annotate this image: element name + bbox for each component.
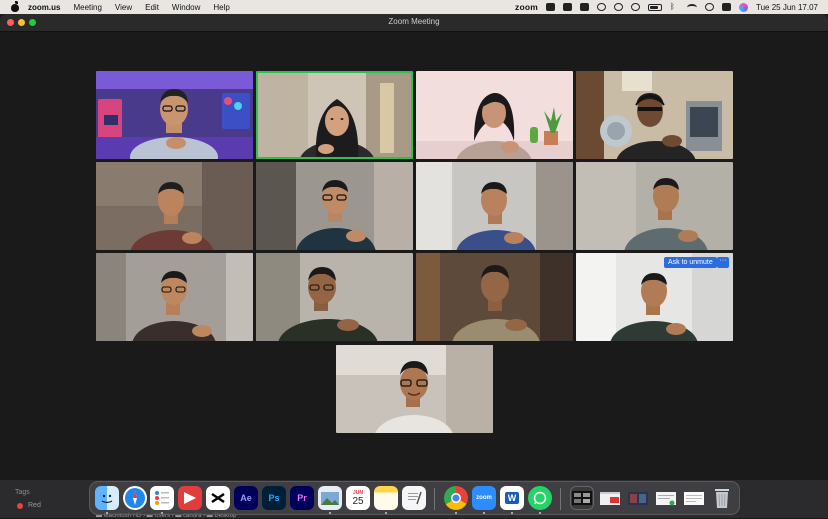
dock-separator [434,488,435,510]
menu-view[interactable]: View [115,3,132,12]
menu-meeting[interactable]: Meeting [73,3,101,12]
photoshop-icon[interactable]: Ps [262,486,286,510]
recent-window-icon[interactable] [654,486,678,510]
participant-video [416,162,573,250]
photoshop-label: Ps [268,493,280,503]
dock-separator [560,488,561,510]
video-tile-5[interactable] [96,162,253,250]
wifi-icon[interactable] [687,3,698,11]
participant-video [416,71,573,159]
participant-video [336,345,493,433]
participant-video [256,253,413,341]
zoom-icon[interactable]: zoom [472,486,496,510]
video-tile-13[interactable] [336,345,493,433]
video-tile-11[interactable] [416,253,573,341]
menu-clock[interactable]: Tue 25 Jun 17.07 [756,3,818,12]
participant-video [96,71,253,159]
account-icon[interactable] [614,3,624,11]
participant-video [576,71,733,159]
chrome-running-dot [455,512,457,514]
document-icon[interactable] [580,3,590,11]
video-tile-4[interactable] [576,71,733,159]
textedit-icon[interactable] [402,486,426,510]
notes-running-dot [385,512,387,514]
chrome-icon[interactable] [444,486,468,510]
menu-bar: zoom.us Meeting View Edit Window Help zo… [0,0,828,14]
play-icon[interactable] [597,3,607,11]
recent-window-icon[interactable] [682,486,706,510]
participant-video [258,73,411,157]
title-bar[interactable]: Zoom Meeting [0,14,828,32]
finder-running-dot [106,512,108,514]
whatsapp-running-dot [539,512,541,514]
bluetooth-icon[interactable]: ᛒ [670,3,679,11]
mountain-icon[interactable] [563,3,573,11]
video-tile-12[interactable]: Ask to unmute ··· [576,253,733,341]
recent-window-icon[interactable] [626,486,650,510]
siri-icon[interactable] [739,2,749,12]
premiere-icon[interactable]: Pr [290,486,314,510]
word-icon[interactable]: W [500,486,524,510]
finder-tag-red[interactable]: Red [17,502,41,509]
control-center-icon[interactable] [722,3,732,11]
status-area: zoom ᛒ Tue 25 Jun 17.07 [515,0,818,14]
finder-icon[interactable] [95,486,119,510]
after-effects-label: Ae [240,493,252,503]
participant-video [96,253,253,341]
word-label: W [504,492,520,504]
trash-icon[interactable] [710,486,734,510]
presentation-icon[interactable] [178,486,202,510]
video-tile-9[interactable] [96,253,253,341]
clock-icon[interactable] [631,3,641,11]
finder-tags-label: Tags [15,489,30,496]
participant-video [416,253,573,341]
dock: Ae Ps Pr JUN 25 zoom W [89,481,740,515]
screenshot-thumb-icon[interactable] [570,486,594,510]
video-tile-7[interactable] [416,162,573,250]
video-tile-6[interactable] [256,162,413,250]
after-effects-icon[interactable]: Ae [234,486,258,510]
participant-video [576,162,733,250]
ask-to-unmute-button[interactable]: Ask to unmute [664,257,717,268]
reminders-icon[interactable] [150,486,174,510]
video-tile-3[interactable] [416,71,573,159]
zoom-dock-label: zoom [476,495,492,501]
notes-icon[interactable] [374,486,398,510]
whatsapp-icon[interactable] [528,486,552,510]
finder-tag-red-label: Red [28,502,41,509]
preview-running-dot [329,512,331,514]
zoom-status-logo[interactable]: zoom [515,2,538,12]
participant-video [96,162,253,250]
zoom-running-dot [483,512,485,514]
word-running-dot [511,512,513,514]
red-tag-dot-icon [17,502,23,509]
premiere-label: Pr [297,493,307,503]
menu-edit[interactable]: Edit [145,3,159,12]
video-gallery: Ask to unmute ··· [0,32,828,480]
menu-help[interactable]: Help [213,3,229,12]
calendar-day: 25 [352,495,364,507]
preview-icon[interactable] [318,486,342,510]
search-icon[interactable] [705,3,715,11]
video-tile-1[interactable] [96,71,253,159]
tile-more-options-button[interactable]: ··· [717,257,729,268]
video-tile-8[interactable] [576,162,733,250]
reminders-running-dot [161,512,163,514]
layout-icon[interactable] [546,3,556,11]
video-tile-10[interactable] [256,253,413,341]
menu-app-name[interactable]: zoom.us [28,3,60,12]
calendar-icon[interactable]: JUN 25 [346,486,370,510]
capcut-icon[interactable] [206,486,230,510]
menu-window[interactable]: Window [172,3,200,12]
battery-icon[interactable] [648,3,663,11]
recent-window-icon[interactable] [598,486,622,510]
apple-icon[interactable] [11,0,19,12]
zoom-meeting-window: Zoom Meeting Ask to unmute ··· [0,14,828,480]
video-tile-2-active-speaker[interactable] [256,71,413,159]
safari-icon[interactable] [123,486,147,510]
participant-video [256,162,413,250]
window-title: Zoom Meeting [388,17,440,26]
